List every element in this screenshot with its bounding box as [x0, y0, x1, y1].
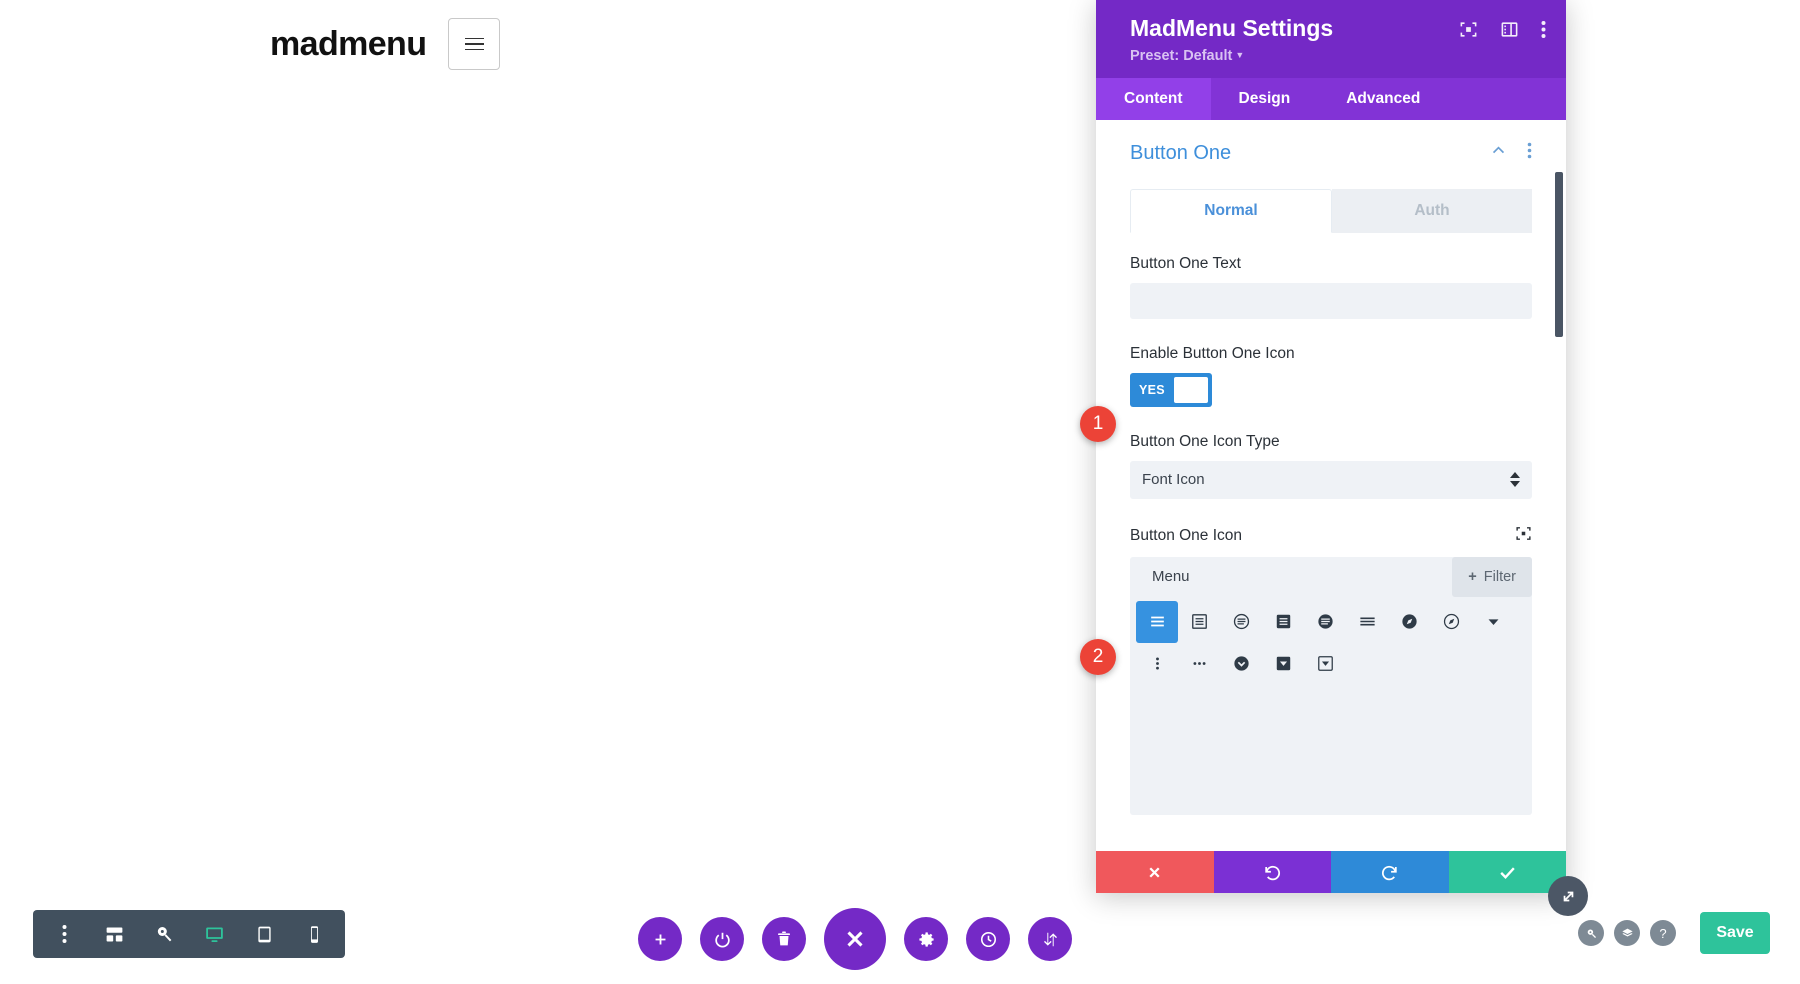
site-logo: madmenu — [270, 24, 427, 63]
enable-button-one-icon-toggle[interactable]: YES — [1130, 372, 1212, 407]
more-vertical-icon[interactable] — [1527, 142, 1532, 164]
close-icon[interactable] — [824, 908, 886, 970]
step-badge-1: 1 — [1080, 406, 1116, 442]
icon-grid — [1130, 597, 1532, 685]
power-icon[interactable] — [700, 917, 744, 961]
section-header-button-one: Button One — [1130, 142, 1532, 165]
chevron-up-icon[interactable] — [1490, 142, 1507, 164]
tab-advanced[interactable]: Advanced — [1318, 78, 1448, 120]
button-one-icon-label: Button One Icon — [1130, 526, 1243, 544]
undo-button[interactable] — [1213, 851, 1331, 893]
icon-option-bars-icon[interactable] — [1346, 601, 1388, 643]
builder-action-toolbar — [638, 908, 1072, 970]
icon-grid-empty-space — [1130, 685, 1532, 805]
layout-panel-icon[interactable] — [1500, 20, 1519, 39]
screen-root: madmenu MadMenu Settings Preset: Default… — [0, 0, 1800, 984]
icon-option-square-filled-caret-down-icon[interactable] — [1262, 643, 1304, 685]
modal-header: MadMenu Settings Preset: Default ▼ — [1096, 0, 1566, 78]
preset-label: Preset: Default — [1130, 47, 1233, 64]
icon-option-compass-filled-icon[interactable] — [1388, 601, 1430, 643]
hamburger-lines-icon — [464, 37, 484, 51]
icon-option-hamburger-icon[interactable] — [1136, 600, 1178, 643]
panel-scrollbar[interactable] — [1555, 171, 1563, 337]
button-one-icon-header: Button One Icon — [1130, 525, 1532, 547]
preset-selector[interactable]: Preset: Default ▼ — [1130, 48, 1544, 64]
view-mode-toolbar — [33, 910, 345, 958]
hamburger-icon[interactable] — [448, 18, 501, 70]
wireframe-icon[interactable] — [91, 911, 137, 957]
more-vertical-icon[interactable] — [41, 911, 87, 957]
focus-icon[interactable] — [1515, 525, 1532, 547]
section-actions — [1490, 142, 1532, 164]
confirm-button[interactable] — [1448, 851, 1566, 893]
focus-icon[interactable] — [1459, 20, 1478, 39]
tablet-icon[interactable] — [241, 911, 287, 957]
tab-normal[interactable]: Normal — [1130, 188, 1332, 233]
settings-scroll-area: Button One Normal Auth Button One Text E… — [1096, 120, 1566, 851]
save-button[interactable]: Save — [1700, 912, 1770, 954]
utility-toolbar: ? — [1578, 920, 1676, 946]
chevron-down-icon: ▼ — [1235, 49, 1245, 60]
select-value: Font Icon — [1142, 471, 1205, 489]
redo-button[interactable] — [1331, 851, 1449, 893]
cancel-button[interactable] — [1096, 851, 1214, 893]
button-one-icon-type-label: Button One Icon Type — [1130, 432, 1280, 450]
icon-search-input[interactable]: Menu — [1152, 568, 1190, 585]
mobile-icon[interactable] — [291, 911, 337, 957]
button-one-icon-picker: Menu + Filter — [1130, 556, 1532, 815]
add-icon[interactable] — [638, 917, 682, 961]
toggle-knob — [1173, 376, 1208, 403]
zoom-icon[interactable] — [141, 911, 187, 957]
spinner-arrows-icon — [1510, 472, 1520, 488]
icon-option-square-outline-caret-down-icon[interactable] — [1304, 643, 1346, 685]
layers-icon[interactable] — [1614, 920, 1640, 946]
icon-option-more-vertical-icon[interactable] — [1136, 643, 1178, 685]
modal-resize-handle[interactable] — [1548, 876, 1588, 916]
site-header: madmenu — [270, 18, 501, 70]
modal-body: Button One Normal Auth Button One Text E… — [1096, 119, 1566, 851]
modal-tabs: Content Design Advanced — [1096, 77, 1566, 120]
history-icon[interactable] — [966, 917, 1010, 961]
help-icon[interactable]: ? — [1650, 920, 1676, 946]
enable-button-one-icon-label: Enable Button One Icon — [1130, 344, 1295, 362]
icon-filter-button[interactable]: + Filter — [1452, 556, 1532, 597]
desktop-icon[interactable] — [191, 911, 237, 957]
toggle-value-label: YES — [1139, 382, 1165, 397]
tab-auth[interactable]: Auth — [1332, 188, 1532, 233]
modal-action-bar — [1096, 851, 1566, 893]
enable-button-one-icon-row: YES — [1130, 372, 1532, 407]
tab-content[interactable]: Content — [1096, 77, 1211, 120]
modal-header-icons — [1459, 20, 1546, 39]
icon-option-circle-filled-lines-icon[interactable] — [1304, 601, 1346, 643]
icon-option-compass-outline-icon[interactable] — [1430, 601, 1472, 643]
button-one-icon-type-select[interactable]: Font Icon — [1130, 460, 1532, 499]
icon-option-circle-lines-icon[interactable] — [1220, 601, 1262, 643]
icon-option-more-horizontal-icon[interactable] — [1178, 643, 1220, 685]
icon-option-box-filled-lines-icon[interactable] — [1262, 601, 1304, 643]
button-one-text-input[interactable] — [1130, 282, 1532, 319]
step-badge-2: 2 — [1080, 639, 1116, 675]
icon-option-box-lines-icon[interactable] — [1178, 601, 1220, 643]
icon-option-caret-down-icon[interactable] — [1472, 601, 1514, 643]
more-vertical-icon[interactable] — [1541, 20, 1546, 39]
trash-icon[interactable] — [762, 917, 806, 961]
filter-label: Filter — [1483, 568, 1516, 585]
gear-icon[interactable] — [904, 917, 948, 961]
button-one-text-label: Button One Text — [1130, 254, 1241, 272]
tab-design[interactable]: Design — [1211, 78, 1319, 120]
section-title: Button One — [1130, 141, 1232, 164]
state-tabs: Normal Auth — [1130, 188, 1532, 233]
madmenu-settings-modal: MadMenu Settings Preset: Default ▼ Conte… — [1096, 0, 1566, 893]
plus-icon: + — [1468, 568, 1477, 585]
search-icon[interactable] — [1578, 920, 1604, 946]
icon-picker-toolbar: Menu + Filter — [1130, 556, 1532, 597]
icon-option-circle-chevron-down-icon[interactable] — [1220, 643, 1262, 685]
sort-icon[interactable] — [1028, 917, 1072, 961]
